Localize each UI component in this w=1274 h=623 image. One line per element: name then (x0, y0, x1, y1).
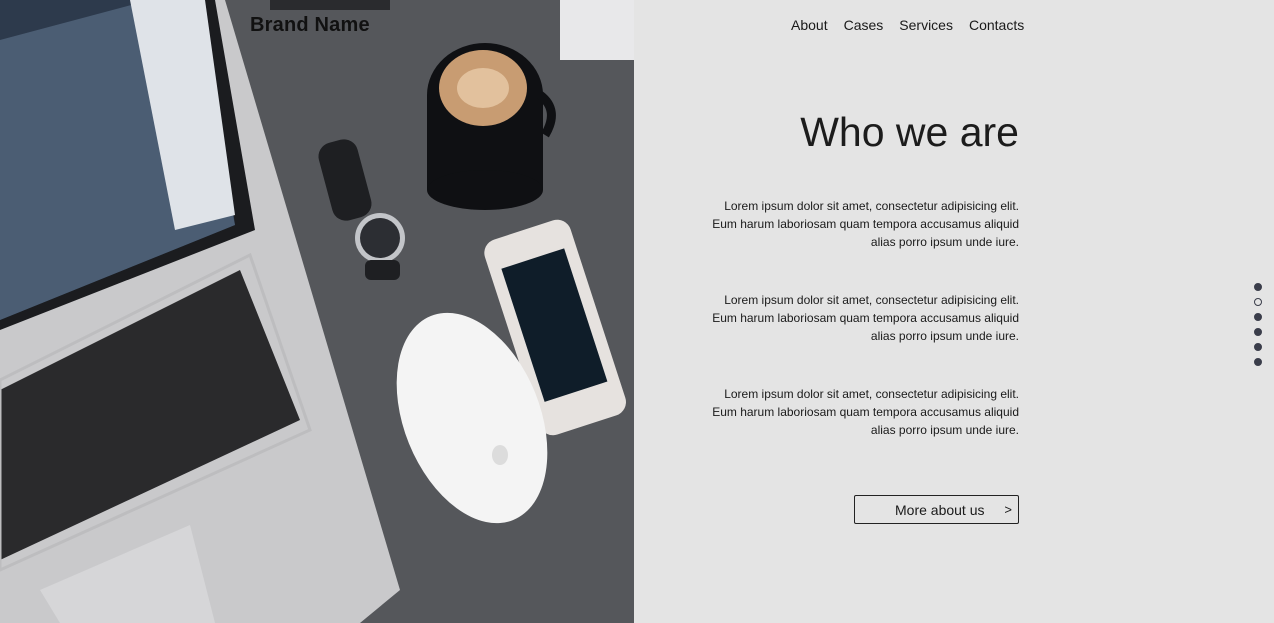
pagination-dot-3[interactable] (1254, 313, 1262, 321)
more-about-us-label: More about us (895, 502, 985, 518)
desk-workspace-photo (0, 0, 634, 623)
paragraph-1: Lorem ipsum dolor sit amet, consectetur … (712, 199, 1019, 249)
brand-name[interactable]: Brand Name (250, 14, 370, 37)
section-title: Who we are (800, 109, 1019, 155)
arrow-right-icon: > (1004, 502, 1012, 517)
paragraph-2: Lorem ipsum dolor sit amet, consectetur … (712, 293, 1019, 343)
nav-about[interactable]: About (791, 17, 828, 33)
pagination-dots (1254, 283, 1262, 373)
pagination-dot-1[interactable] (1254, 283, 1262, 291)
nav-contacts[interactable]: Contacts (969, 17, 1024, 33)
pagination-dot-6[interactable] (1254, 358, 1262, 366)
paragraph-3: Lorem ipsum dolor sit amet, consectetur … (712, 387, 1019, 437)
pagination-dot-2[interactable] (1254, 298, 1262, 306)
main-nav: About Cases Services Contacts (791, 17, 1024, 33)
pagination-dot-5[interactable] (1254, 343, 1262, 351)
nav-cases[interactable]: Cases (844, 17, 884, 33)
pagination-dot-4[interactable] (1254, 328, 1262, 336)
nav-services[interactable]: Services (899, 17, 953, 33)
more-about-us-button[interactable]: More about us > (854, 495, 1019, 524)
who-we-are-section: Who we are Lorem ipsum dolor sit amet, c… (599, 108, 1019, 437)
